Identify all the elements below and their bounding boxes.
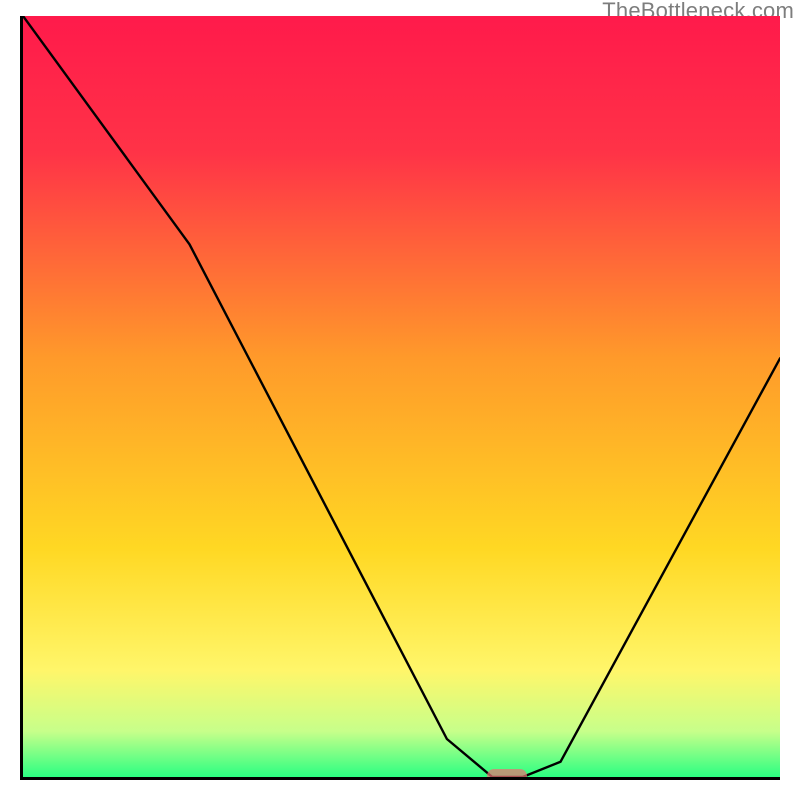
x-axis [20,777,780,780]
plot-area [23,16,780,777]
bottleneck-curve [23,16,780,777]
optimal-marker [487,769,527,777]
